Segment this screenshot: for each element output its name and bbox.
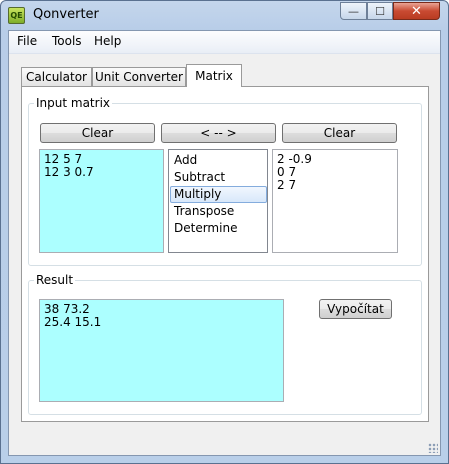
menu-bar: File Tools Help [9, 31, 440, 54]
compute-button[interactable]: Vypočítat [319, 299, 392, 319]
tab-unit-converter[interactable]: Unit Converter [92, 67, 186, 86]
tab-matrix[interactable]: Matrix [186, 64, 242, 87]
title-bar[interactable]: QE Qonverter — ☐ ✕ [1, 1, 448, 30]
client-area: File Tools Help Calculator Unit Converte… [8, 30, 441, 456]
input-matrix-group: Input matrix Clear < -- > Clear 12 5 7 1… [28, 96, 422, 266]
input-matrix-title: Input matrix [34, 96, 113, 110]
result-title: Result [34, 273, 76, 287]
clear-left-button[interactable]: Clear [40, 123, 155, 143]
list-item-transpose[interactable]: Transpose [170, 203, 267, 220]
menu-file[interactable]: File [17, 34, 37, 48]
swap-button[interactable]: < -- > [161, 123, 276, 143]
right-matrix-input[interactable]: 2 -0.9 0 7 2 7 [272, 149, 398, 253]
list-item-add[interactable]: Add [170, 152, 267, 169]
list-item-subtract[interactable]: Subtract [170, 169, 267, 186]
close-button[interactable]: ✕ [393, 2, 440, 20]
window-title: Qonverter [33, 7, 99, 22]
menu-help[interactable]: Help [94, 34, 121, 48]
result-group: Result 38 73.2 25.4 15.1 Vypočítat [28, 273, 422, 415]
clear-right-button[interactable]: Clear [282, 123, 397, 143]
maximize-button[interactable]: ☐ [367, 2, 393, 20]
resize-grip[interactable] [428, 443, 438, 453]
list-item-multiply[interactable]: Multiply [170, 186, 267, 203]
tab-calculator[interactable]: Calculator [21, 67, 92, 86]
list-item-determine[interactable]: Determine [170, 220, 267, 237]
matrix-tab-panel: Input matrix Clear < -- > Clear 12 5 7 1… [21, 86, 429, 422]
main-window: QE Qonverter — ☐ ✕ File Tools Help Calcu… [0, 0, 449, 464]
left-matrix-input[interactable]: 12 5 7 12 3 0.7 [39, 149, 164, 253]
operation-list[interactable]: Add Subtract Multiply Transpose Determin… [168, 149, 268, 253]
minimize-button[interactable]: — [340, 2, 367, 20]
menu-tools[interactable]: Tools [52, 34, 82, 48]
app-icon: QE [8, 7, 25, 24]
result-output[interactable]: 38 73.2 25.4 15.1 [39, 299, 284, 402]
